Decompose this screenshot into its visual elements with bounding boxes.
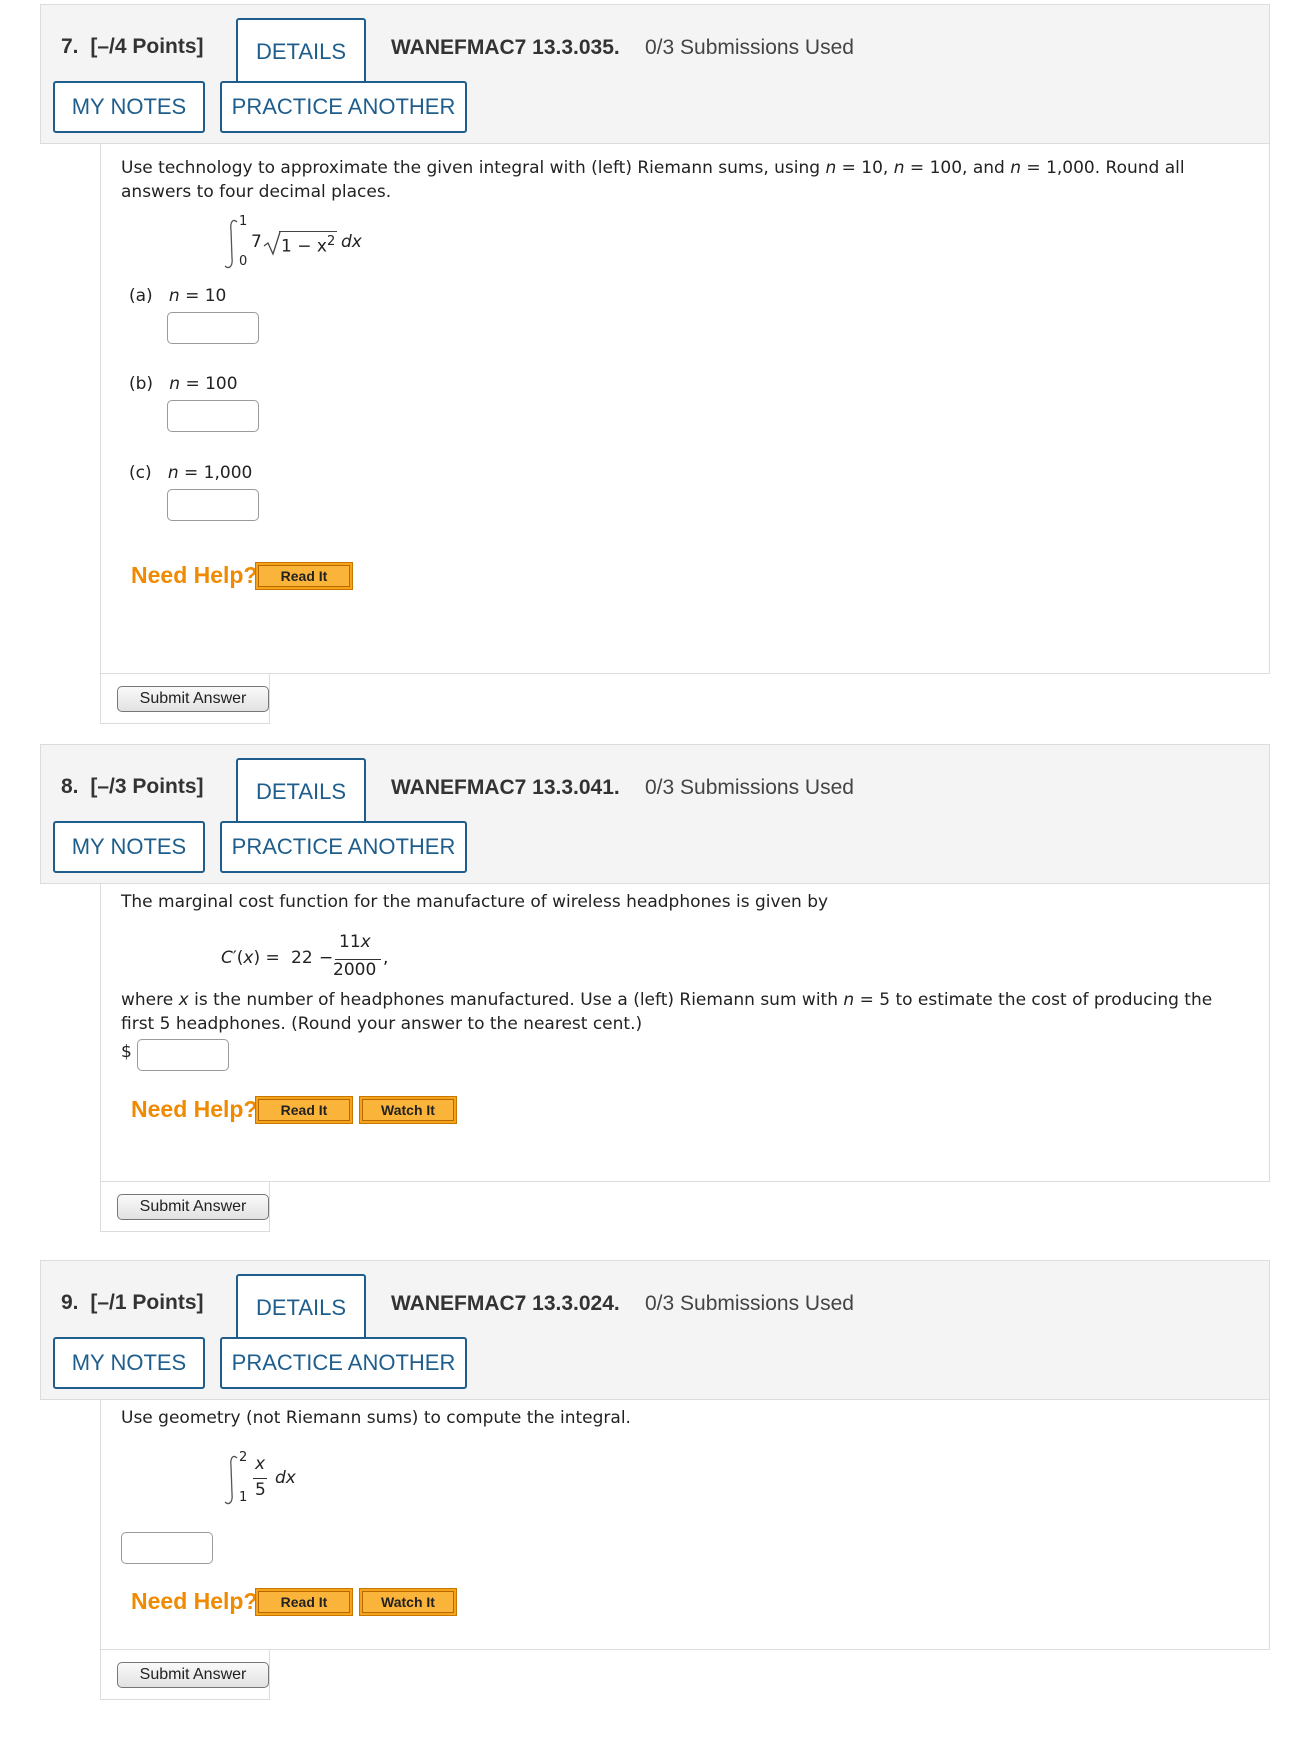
sqrt-sign-icon [263, 231, 281, 256]
integral-coefficient: 7 [251, 232, 262, 252]
watch-it-button[interactable]: Watch It [359, 1096, 457, 1124]
marginal-cost-formula: C′(x) = 22 − 11x 2000 , [221, 932, 421, 988]
integral-lower-limit: 0 [239, 254, 248, 269]
formula-denominator: 2000 [333, 960, 377, 980]
submit-answer-button[interactable]: Submit Answer [117, 1662, 269, 1688]
details-button[interactable]: DETAILS [236, 1274, 366, 1342]
question-code: WANEFMAC7 13.3.024. [391, 1292, 620, 1315]
sqrt-bar [279, 231, 337, 232]
part-c-label: (c) n = 1,000 [129, 463, 253, 483]
points-label: [–/3 Points] [90, 775, 204, 798]
integral-expression: 2 1 x 5 dx [221, 1450, 341, 1510]
integral-expression: 1 0 7 1 − x2 dx [221, 214, 421, 274]
question-prompt: The marginal cost function for the manuf… [121, 892, 829, 912]
question-code: WANEFMAC7 13.3.041. [391, 776, 620, 799]
question-8: 8. [–/3 Points] DETAILS WANEFMAC7 13.3.0… [40, 744, 1270, 1232]
submissions-used: 0/3 Submissions Used [645, 36, 854, 59]
practice-another-button[interactable]: PRACTICE ANOTHER [220, 81, 467, 133]
radicand: 1 − x2 [281, 234, 336, 257]
question-code: WANEFMAC7 13.3.035. [391, 36, 620, 59]
practice-another-button[interactable]: PRACTICE ANOTHER [220, 1337, 467, 1389]
question-header: 8. [–/3 Points] DETAILS WANEFMAC7 13.3.0… [40, 744, 1270, 884]
fraction-bar [253, 1478, 267, 1479]
submissions-used: 0/3 Submissions Used [645, 1292, 854, 1315]
points-label: [–/4 Points] [90, 35, 204, 58]
submit-answer-button[interactable]: Submit Answer [117, 686, 269, 712]
question-number: 8. [–/3 Points] [61, 775, 204, 799]
question-number-label: 7. [61, 35, 79, 58]
formula-constant: 22 [291, 948, 313, 968]
submit-area: Submit Answer [100, 1182, 270, 1232]
question-9: 9. [–/1 Points] DETAILS WANEFMAC7 13.3.0… [40, 1260, 1270, 1700]
integral-upper-limit: 2 [239, 1450, 248, 1465]
question-header: 9. [–/1 Points] DETAILS WANEFMAC7 13.3.0… [40, 1260, 1270, 1400]
dollar-sign: $ [121, 1042, 132, 1062]
question-prompt: Use geometry (not Riemann sums) to compu… [121, 1408, 631, 1428]
question-body: Use geometry (not Riemann sums) to compu… [100, 1400, 1270, 1650]
question-number: 9. [–/1 Points] [61, 1291, 204, 1315]
submit-area: Submit Answer [100, 674, 270, 724]
need-help-label: Need Help? [131, 562, 258, 588]
question-number: 7. [–/4 Points] [61, 35, 204, 59]
question-number-label: 9. [61, 1291, 79, 1314]
formula-minus: − [319, 948, 334, 968]
integrand-numerator: x [255, 1454, 266, 1474]
formula-numerator: 11x [339, 932, 371, 952]
details-button[interactable]: DETAILS [236, 18, 366, 86]
my-notes-button[interactable]: MY NOTES [53, 821, 205, 873]
practice-another-button[interactable]: PRACTICE ANOTHER [220, 821, 467, 873]
formula-lhs: C′(x) = [221, 948, 280, 968]
need-help-label: Need Help? [131, 1096, 258, 1122]
details-button[interactable]: DETAILS [236, 758, 366, 826]
part-a-answer-input[interactable] [167, 312, 259, 344]
question-prompt-2: where x is the number of headphones manu… [121, 990, 1213, 1034]
part-b-label: (b) n = 100 [129, 374, 238, 394]
question-body: Use technology to approximate the given … [100, 144, 1270, 674]
read-it-button[interactable]: Read It [255, 1588, 353, 1616]
my-notes-button[interactable]: MY NOTES [53, 1337, 205, 1389]
integral-upper-limit: 1 [239, 214, 248, 229]
question-body: The marginal cost function for the manuf… [100, 884, 1270, 1182]
question-header: 7. [–/4 Points] DETAILS WANEFMAC7 13.3.0… [40, 4, 1270, 144]
watch-it-button[interactable]: Watch It [359, 1588, 457, 1616]
part-a-label: (a) n = 10 [129, 286, 227, 306]
question-number-label: 8. [61, 775, 79, 798]
integral-answer-input[interactable] [121, 1532, 213, 1564]
submissions-used: 0/3 Submissions Used [645, 776, 854, 799]
formula-comma: , [383, 948, 389, 968]
read-it-button[interactable]: Read It [255, 1096, 353, 1124]
submit-area: Submit Answer [100, 1650, 270, 1700]
integral-dx: dx [341, 232, 362, 252]
part-b-answer-input[interactable] [167, 400, 259, 432]
need-help-label: Need Help? [131, 1588, 258, 1614]
integral-lower-limit: 1 [239, 1490, 248, 1505]
integrand-denominator: 5 [255, 1480, 266, 1500]
question-prompt: Use technology to approximate the given … [121, 158, 1185, 202]
cost-answer-input[interactable] [137, 1039, 229, 1071]
submit-answer-button[interactable]: Submit Answer [117, 1194, 269, 1220]
points-label: [–/1 Points] [90, 1291, 204, 1314]
read-it-button[interactable]: Read It [255, 562, 353, 590]
question-7: 7. [–/4 Points] DETAILS WANEFMAC7 13.3.0… [40, 4, 1270, 724]
part-c-answer-input[interactable] [167, 489, 259, 521]
integral-dx: dx [275, 1468, 296, 1488]
my-notes-button[interactable]: MY NOTES [53, 81, 205, 133]
